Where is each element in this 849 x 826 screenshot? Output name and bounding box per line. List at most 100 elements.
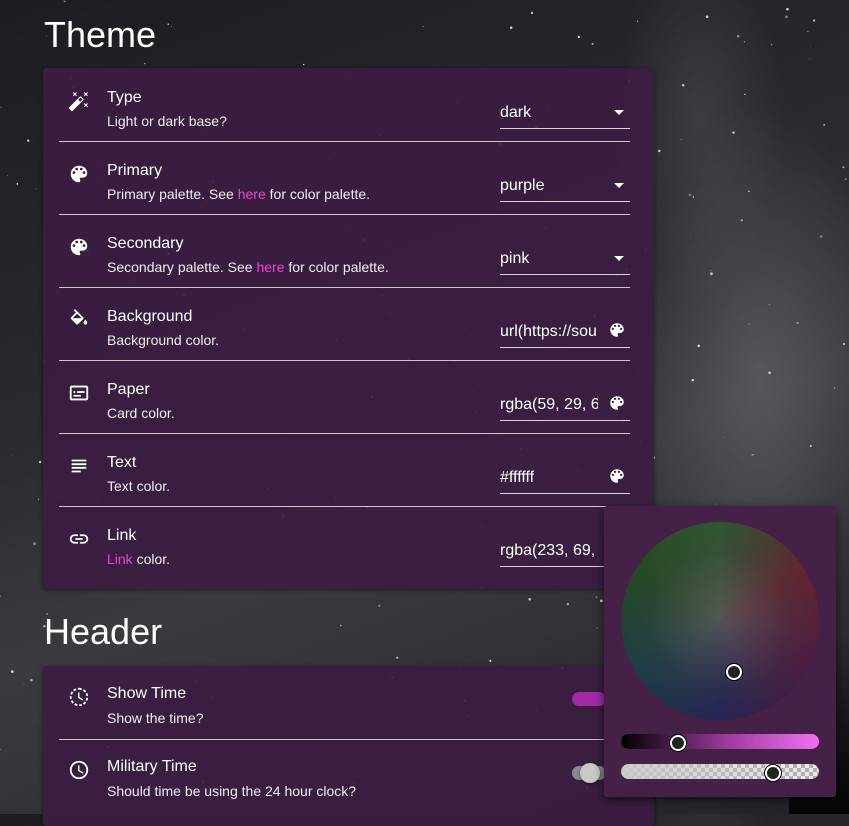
star [63,0,66,3]
star [167,23,170,26]
star [23,683,25,685]
show-time-toggle[interactable] [572,692,606,706]
input-value: #ffffff [500,469,535,486]
star [723,437,724,439]
clock-history-icon [69,687,89,707]
star [692,196,695,198]
secondary-select[interactable]: pink [500,242,630,275]
star [422,26,424,28]
setting-row-paper: Paper Card color. rgba(59, 29, 6 [43,360,654,433]
color-picker-popover [604,506,836,797]
star [771,44,773,46]
star [10,670,14,673]
star [819,235,823,238]
star [834,387,836,389]
setting-label: Military Time [107,758,197,775]
star [33,542,36,546]
dropdown-arrow-icon [614,256,624,261]
star [658,149,661,153]
palette-icon[interactable] [608,467,626,485]
star [697,344,700,348]
star [340,624,342,627]
star [27,139,30,142]
star [737,35,740,38]
setting-row-text: Text Text color. #ffffff [43,433,654,506]
paint-bucket-icon [70,309,88,325]
setting-description: Text color. [107,478,171,494]
star [595,596,598,599]
setting-description: Link color. [107,551,171,567]
star [12,455,13,457]
star [807,30,809,32]
star [35,188,37,190]
star [844,178,847,181]
setting-label: Background [107,308,193,325]
star [509,26,513,29]
text-color-input[interactable]: #ffffff [500,461,630,494]
star [688,193,692,197]
star [812,19,816,22]
setting-label: Text [107,454,137,471]
clock-icon [69,760,89,780]
star [636,20,639,22]
star [144,63,146,65]
type-select[interactable]: dark [500,96,630,129]
header-section-title: Header [44,611,163,652]
star [715,503,717,505]
background-color-input[interactable]: url(https://sou [500,315,630,348]
star [38,460,42,464]
star [809,444,812,447]
select-value: dark [500,104,532,121]
theme-card: Type Light or dark base? dark Primary Pr… [43,68,654,589]
star [752,454,754,456]
setting-row-primary: Primary Primary palette. See here for co… [43,141,654,214]
select-value: purple [500,177,545,194]
dropdown-arrow-icon [614,183,624,188]
star [705,15,709,18]
card-icon [69,385,89,401]
star [566,602,570,606]
star [768,371,771,374]
star [740,219,743,222]
setting-row-type: Type Light or dark base? dark [43,68,654,141]
paper-color-input[interactable]: rgba(59, 29, 6 [500,388,630,421]
star [744,93,746,96]
palette-icon [70,165,88,183]
palette-icon[interactable] [608,321,626,339]
setting-description: Primary palette. See here for color pale… [107,186,371,202]
star [691,378,694,382]
setting-label: Primary [107,162,163,179]
color-wheel[interactable] [621,522,819,720]
star [0,595,1,597]
star [37,498,40,500]
palette-icon [70,238,88,256]
setting-label: Link [107,527,137,544]
star [810,45,811,47]
star [785,15,788,19]
star [303,63,305,66]
lightness-slider[interactable] [621,734,819,749]
palette-icon[interactable] [608,394,626,412]
palette-link[interactable]: here [238,186,266,202]
star [591,42,594,45]
star [170,25,172,27]
star [7,175,8,176]
star [600,599,603,603]
palette-link[interactable]: here [256,259,284,275]
input-value: url(https://sou [500,323,597,340]
setting-description: Card color. [107,405,175,421]
primary-select[interactable]: purple [500,169,630,202]
setting-row-background: Background Background color. url(https:/… [43,287,654,360]
link-icon [69,534,89,544]
setting-label: Type [107,89,142,106]
color-wheel-handle[interactable] [726,664,742,680]
setting-description: Secondary palette. See here for color pa… [107,259,389,275]
star [768,303,771,306]
star [30,678,33,682]
alpha-slider[interactable] [621,764,819,779]
theme-toggle-icon [68,91,89,112]
toggle-thumb[interactable] [580,763,600,783]
star [577,35,580,39]
input-value: rgba(233, 69, [500,542,596,559]
star [528,598,531,601]
